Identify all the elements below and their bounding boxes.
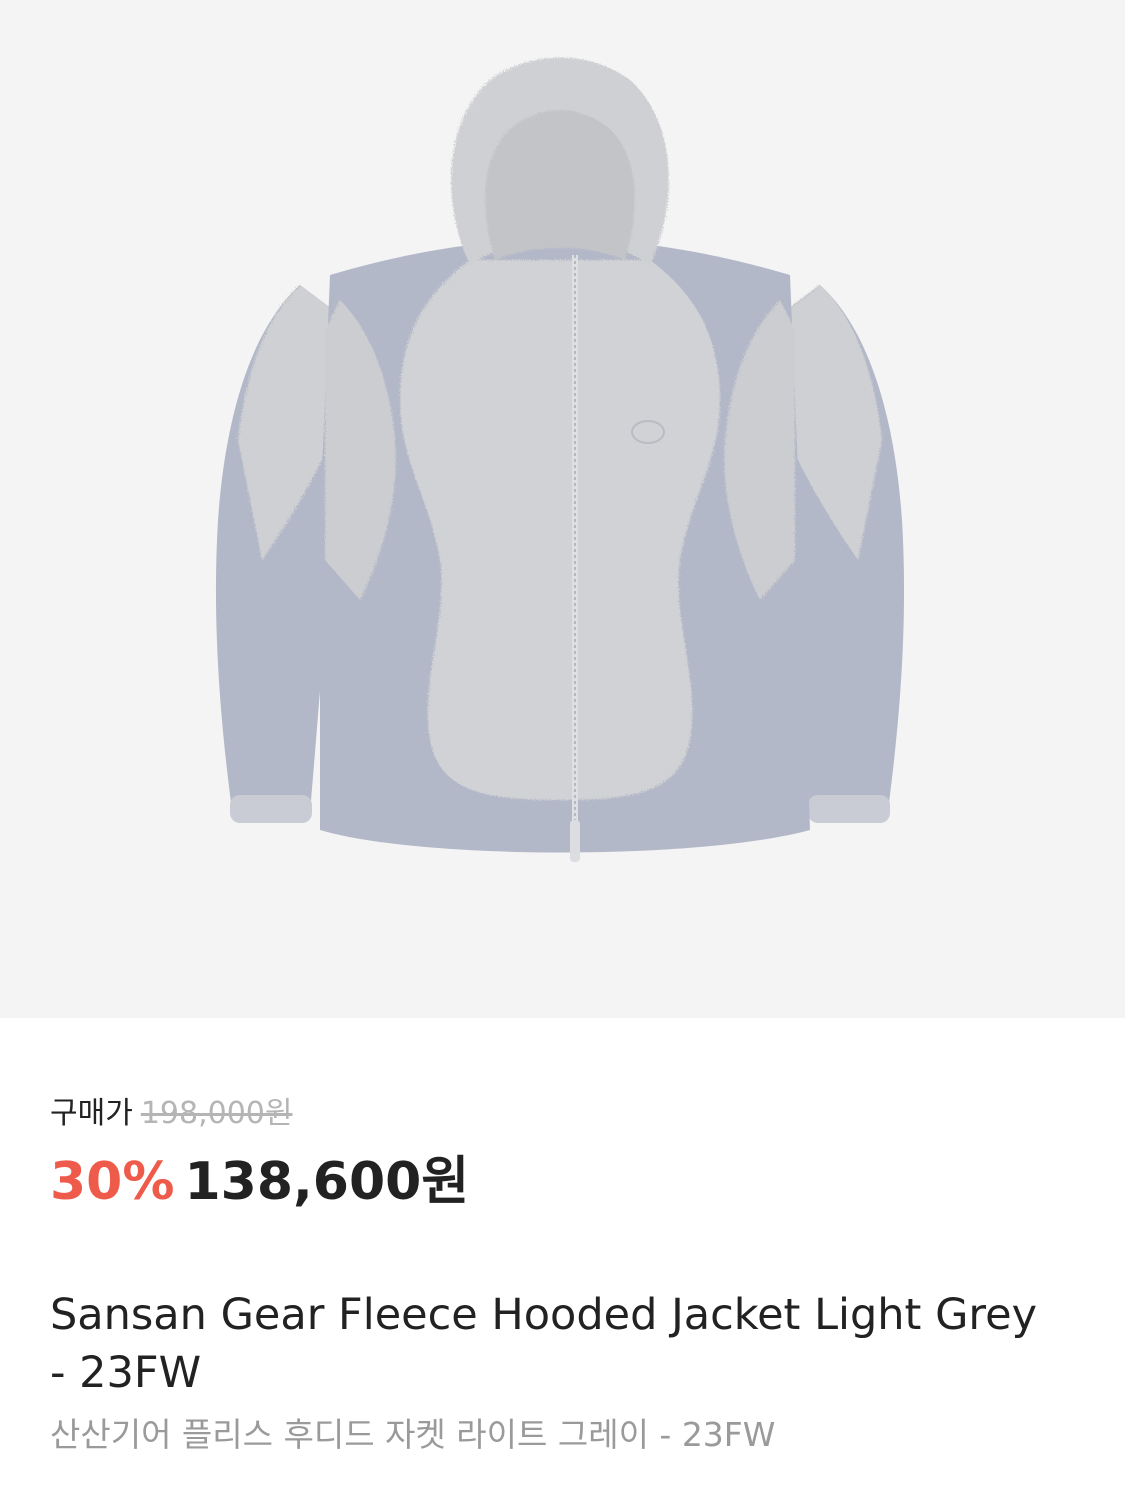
price-label: 구매가 [50,1096,133,1131]
product-name-ko: 산산기어 플리스 후디드 자켓 라이트 그레이 - 23FW [50,1415,776,1454]
price-label-row: 구매가 198,000원 [50,1094,292,1134]
sale-price: 138,600원 [184,1152,470,1212]
price-row: 30% 138,600원 [50,1148,469,1216]
product-name-en: Sansan Gear Fleece Hooded Jacket Light G… [50,1290,1038,1398]
fleece-hooded-jacket-photo [215,57,905,862]
product-image[interactable] [0,0,1125,1018]
original-price: 198,000원 [140,1096,293,1131]
discount-rate: 30% [50,1152,175,1212]
